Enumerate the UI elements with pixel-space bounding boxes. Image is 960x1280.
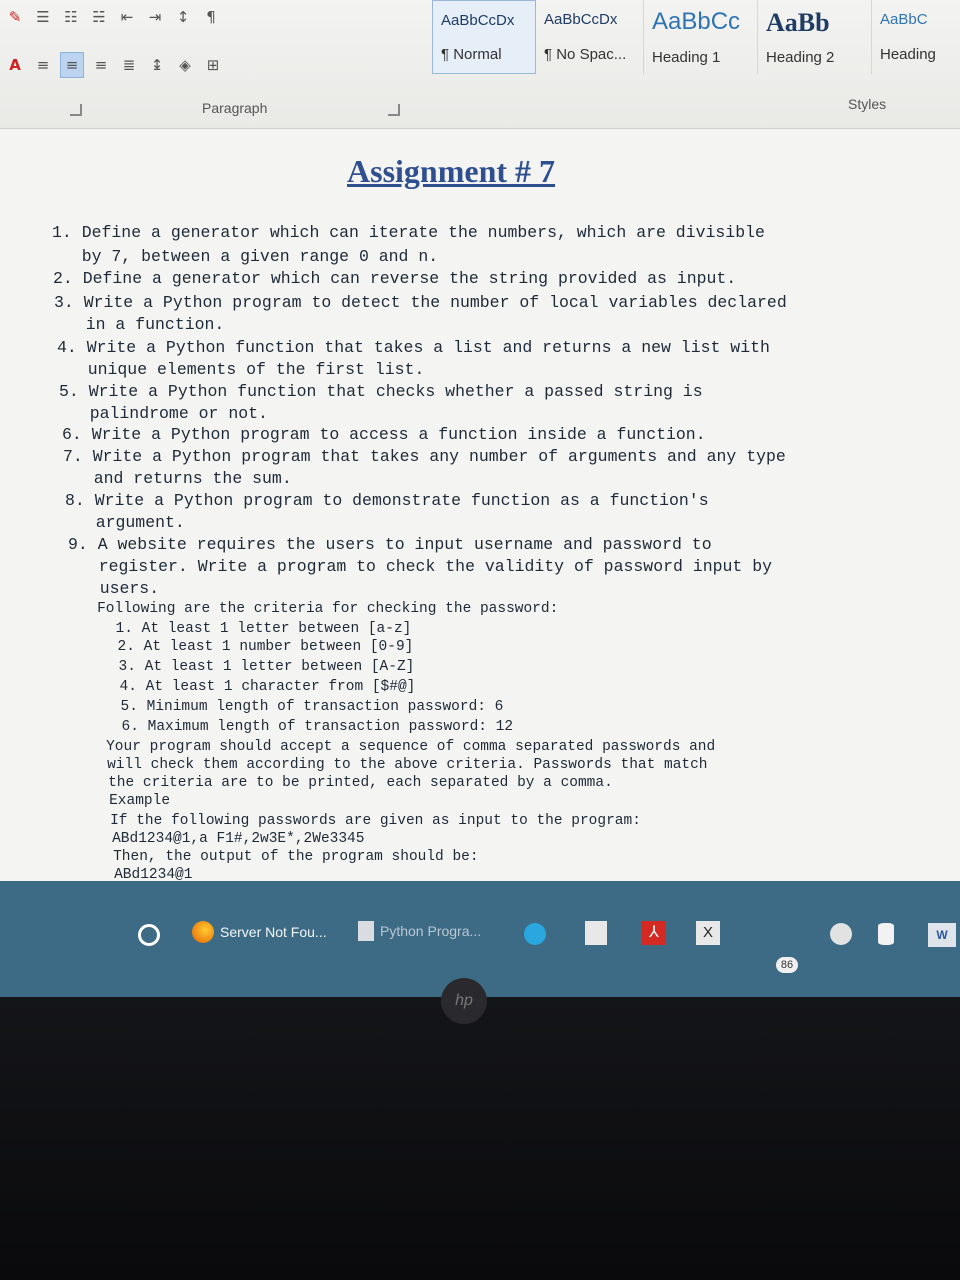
style-preview: AaBb (766, 7, 830, 37)
notification-badge[interactable]: 86 (776, 957, 798, 973)
format-painter-icon[interactable]: ✎ (4, 5, 26, 29)
chrome-icon[interactable] (830, 923, 852, 945)
hp-logo: hp (441, 978, 487, 1024)
windows-taskbar: Server Not Fou... Python Progra... ⅄ X 8… (0, 881, 960, 997)
document-line: 4. Write a Python function that takes a … (57, 338, 770, 357)
style-preview: AaBbC (880, 11, 928, 28)
cortana-search-icon[interactable] (138, 924, 160, 946)
document-line: 5. Minimum length of transaction passwor… (77, 699, 504, 715)
align-right-icon[interactable]: ≡ (90, 53, 112, 77)
decrease-indent-icon[interactable]: ⇤ (116, 5, 138, 29)
document-line: by 7, between a given range 0 and n. (52, 247, 439, 266)
document-line: 8. Write a Python program to demonstrate… (65, 491, 709, 510)
document-line: Your program should accept a sequence of… (80, 739, 716, 755)
document-line: 6. Maximum length of transaction passwor… (78, 719, 514, 735)
ribbon-row-bottom: A ≡ ≡ ≡ ≣ ↨ ◈ ⊞ (4, 48, 224, 82)
store-icon[interactable] (585, 921, 607, 945)
document-line: users. (70, 579, 160, 598)
font-dialog-launcher-icon[interactable] (70, 104, 82, 116)
increase-indent-icon[interactable]: ⇥ (144, 5, 166, 29)
font-color-icon[interactable]: A (4, 53, 26, 77)
document-line: 2. At least 1 number between [0-9] (74, 639, 414, 655)
word-app-icon[interactable]: W (928, 923, 956, 947)
excel-icon[interactable]: X (696, 921, 720, 945)
document-line: the criteria are to be printed, each sep… (82, 775, 613, 791)
document-line: 7. Write a Python program that takes any… (63, 447, 786, 466)
document-line: 3. At least 1 letter between [A-Z] (75, 659, 415, 675)
paragraph-group-label: Paragraph (202, 100, 268, 116)
document-line: 4. At least 1 character from [$#@] (76, 679, 416, 695)
style-name: ¶ No Spac... (544, 46, 627, 63)
document-line: 9. A website requires the users to input… (68, 535, 712, 554)
multilevel-list-icon[interactable]: ☵ (88, 5, 110, 29)
shading-icon[interactable]: ◈ (174, 53, 196, 77)
edge-icon[interactable] (524, 923, 546, 945)
justify-icon[interactable]: ≣ (118, 53, 140, 77)
document-line: 1. At least 1 letter between [a-z] (72, 621, 412, 637)
taskbar-item-firefox[interactable]: Server Not Fou... (192, 921, 327, 943)
document-line: 6. Write a Python program to access a fu… (62, 425, 706, 444)
document-line: register. Write a program to check the v… (69, 557, 773, 576)
laptop-bezel (0, 997, 960, 1280)
document-line: Example (83, 793, 171, 809)
align-left-icon[interactable]: ≡ (32, 53, 54, 77)
document-line: and returns the sum. (64, 469, 292, 488)
taskbar-item-label: Python Progra... (380, 923, 482, 939)
paragraph-dialog-launcher-icon[interactable] (388, 104, 400, 116)
show-marks-icon[interactable]: ¶ (200, 5, 222, 29)
document-line: 5. Write a Python function that checks w… (59, 382, 703, 401)
style-name: Heading 2 (766, 49, 835, 67)
word-doc-icon (358, 921, 374, 941)
style-preview: AaBbCcDx (544, 11, 618, 28)
borders-icon[interactable]: ⊞ (202, 53, 224, 77)
document-line: in a function. (56, 315, 225, 334)
document-line: Following are the criteria for checking … (71, 601, 559, 617)
style-name: Heading 1 (652, 48, 721, 66)
database-icon[interactable] (878, 923, 894, 945)
style-preview: AaBbCcDx (441, 11, 515, 29)
document-line: 3. Write a Python program to detect the … (54, 293, 787, 312)
center-icon[interactable]: ≡ (60, 52, 84, 78)
document-line: 1. Define a generator which can iterate … (52, 223, 765, 242)
styles-group-label: Styles (848, 96, 887, 112)
style-normal[interactable]: AaBbCcDx ¶ Normal (432, 0, 536, 74)
line-spacing-icon[interactable]: ↨ (146, 53, 168, 77)
style-name: ¶ Normal (441, 45, 502, 63)
style-heading-3[interactable]: AaBbC Heading (872, 0, 960, 74)
styles-gallery: AaBbCcDx ¶ Normal AaBbCcDx ¶ No Spac... … (432, 0, 960, 78)
document-line: ABd1234@1,a F1#,2w3E*,2We3345 (86, 831, 365, 847)
document-line: Then, the output of the program should b… (87, 849, 479, 865)
document-line: argument. (66, 513, 185, 532)
style-heading-2[interactable]: AaBb Heading 2 (758, 0, 872, 74)
numbering-icon[interactable]: ☷ (60, 5, 82, 29)
document-line: If the following passwords are given as … (84, 813, 641, 829)
style-name: Heading (880, 46, 936, 63)
style-no-spacing[interactable]: AaBbCcDx ¶ No Spac... (536, 0, 644, 74)
taskbar-item-word[interactable]: Python Progra... (358, 921, 481, 941)
document-line: will check them according to the above c… (81, 757, 708, 773)
document-line: 2. Define a generator which can reverse … (53, 269, 737, 288)
document-line: palindrome or not. (60, 404, 268, 423)
style-preview: AaBbCc (652, 8, 741, 36)
sort-icon[interactable]: ↕ (172, 5, 194, 29)
word-ribbon: ✎ ☰ ☷ ☵ ⇤ ⇥ ↕ ¶ A ≡ ≡ ≡ ≣ ↨ ◈ ⊞ Paragrap… (0, 0, 960, 129)
acrobat-icon[interactable]: ⅄ (642, 921, 666, 945)
style-heading-1[interactable]: AaBbCc Heading 1 (644, 0, 758, 74)
document-title: Assignment # 7 (347, 153, 556, 189)
bullets-icon[interactable]: ☰ (32, 5, 54, 29)
document-line: unique elements of the first list. (58, 360, 425, 379)
document-page[interactable]: Assignment # 7 1. Define a generator whi… (0, 129, 960, 883)
taskbar-item-label: Server Not Fou... (220, 924, 327, 940)
ribbon-row-top: ✎ ☰ ☷ ☵ ⇤ ⇥ ↕ ¶ (4, 0, 222, 34)
firefox-icon (192, 921, 214, 943)
